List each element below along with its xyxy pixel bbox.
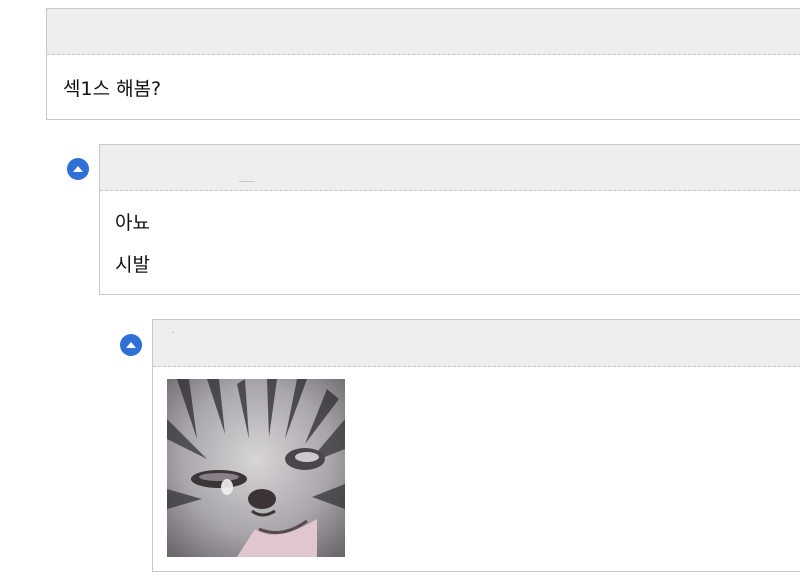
comment-header xyxy=(100,145,800,191)
comment-header xyxy=(153,320,800,367)
comment-body xyxy=(153,367,800,557)
crying-kitten-image xyxy=(167,379,345,557)
header-mark xyxy=(239,181,255,182)
caret-up-icon xyxy=(73,165,83,172)
header-mark xyxy=(172,332,174,333)
comment-body: 섹1스 해봄? xyxy=(47,55,800,111)
collapse-reply-button[interactable] xyxy=(67,158,89,180)
comment-text: 섹1스 해봄? xyxy=(63,78,162,100)
caret-up-icon xyxy=(126,341,136,348)
comment: 섹1스 해봄? xyxy=(46,8,800,120)
reply-comment: 아뇨 시발 xyxy=(99,144,800,295)
comment-body: 아뇨 시발 xyxy=(100,191,800,286)
comment-header xyxy=(47,9,800,55)
comment-text: 아뇨 xyxy=(115,212,150,234)
collapse-reply-button[interactable] xyxy=(120,334,142,356)
comment-thread: 섹1스 해봄? 아뇨 시발 xyxy=(0,0,800,579)
reply-comment xyxy=(152,319,800,572)
comment-text: 시발 xyxy=(115,254,150,276)
